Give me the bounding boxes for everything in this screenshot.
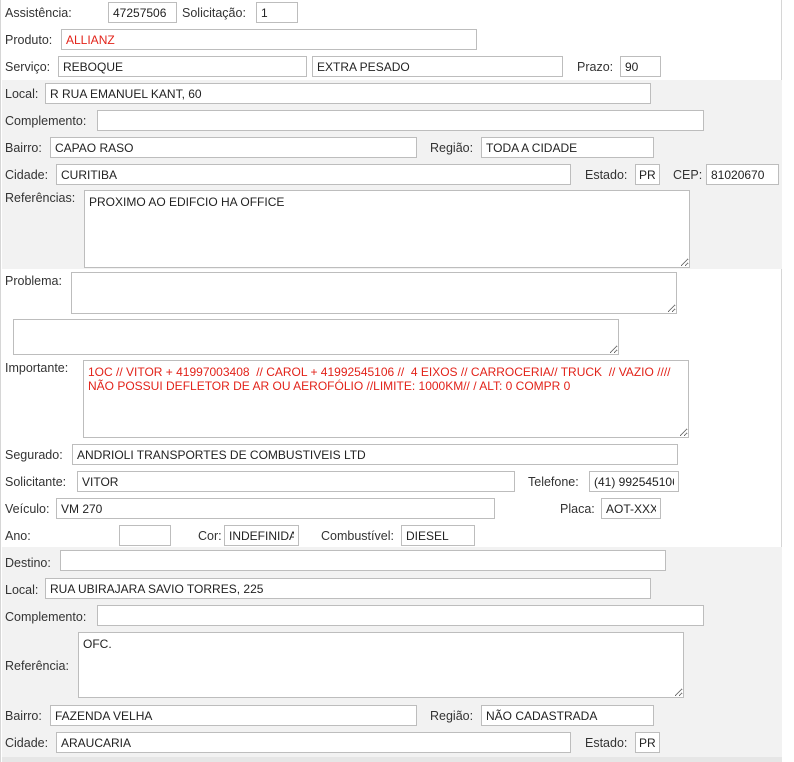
origem-bairro-label: Bairro: [5,141,42,155]
origem-local-label: Local: [5,87,39,101]
destino-regiao-input[interactable] [481,705,654,726]
importante-textarea[interactable]: 1OC // VITOR + 41997003408 // CAROL + 41… [83,360,689,438]
segurado-input[interactable] [72,444,678,465]
solicitacao-label: Solicitação: [182,6,246,20]
destino-cidade-input[interactable] [56,732,571,753]
destino-referencia-label: Referência: [5,659,69,673]
ano-label: Ano: [5,529,31,543]
placa-input[interactable] [601,498,661,519]
destino-bairro-input[interactable] [50,705,417,726]
destino-estado-input[interactable] [635,732,660,753]
produto-label: Produto: [5,33,53,47]
destino-bairro-label: Bairro: [5,709,42,723]
placa-label: Placa: [560,502,595,516]
destino-cidade-label: Cidade: [5,736,49,750]
telefone-label: Telefone: [528,475,579,489]
destino-regiao-label: Região: [430,709,474,723]
ano-input[interactable] [119,525,171,546]
destino-estado-label: Estado: [585,736,628,750]
origem-complemento-label: Complemento: [5,114,87,128]
prazo-label: Prazo: [577,60,614,74]
origem-cep-input[interactable] [706,164,779,185]
destino-label: Destino: [5,556,51,570]
combustivel-label: Combustível: [321,529,394,543]
prazo-input[interactable] [620,56,661,77]
origem-referencias-label: Referências: [5,191,76,205]
veiculo-input[interactable] [56,498,495,519]
destino-complemento-input[interactable] [97,605,704,626]
problema-textarea[interactable] [71,272,677,314]
origem-referencias-textarea[interactable]: PROXIMO AO EDIFCIO HA OFFICE [84,190,690,268]
destino-input[interactable] [60,550,666,571]
veiculo-label: Veículo: [5,502,50,516]
destino-local-input[interactable] [45,578,651,599]
origem-cep-label: CEP: [673,168,703,182]
assistencia-input[interactable] [108,2,177,23]
destino-referencia-textarea[interactable]: OFC. [78,632,684,698]
cor-label: Cor: [198,529,222,543]
origem-regiao-input[interactable] [481,137,654,158]
destino-local-label: Local: [5,583,39,597]
servico-tipo-input[interactable] [312,56,563,77]
cor-input[interactable] [224,525,299,546]
origem-complemento-input[interactable] [97,110,704,131]
origem-local-input[interactable] [45,83,651,104]
solicitacao-input[interactable] [256,2,298,23]
telefone-input[interactable] [589,471,679,492]
assistencia-label: Assistência: [5,6,72,20]
combustivel-input[interactable] [401,525,475,546]
origem-cidade-label: Cidade: [5,168,49,182]
segurado-label: Segurado: [5,448,63,462]
destino-complemento-label: Complemento: [5,610,87,624]
origem-estado-input[interactable] [635,164,660,185]
problema-label: Problema: [5,274,62,288]
produto-input[interactable] [61,29,477,50]
service-form: Assistência: Solicitação: Produto: Servi… [0,0,782,762]
origem-regiao-label: Região: [430,141,474,155]
importante-label: Importante: [5,361,69,375]
origem-cidade-input[interactable] [56,164,571,185]
servico-label: Serviço: [5,60,51,74]
solicitante-input[interactable] [77,471,515,492]
bottom-divider [2,757,782,762]
origem-bairro-input[interactable] [50,137,417,158]
solicitante-label: Solicitante: [5,475,67,489]
problema-detalhe-textarea[interactable] [13,319,619,355]
origem-estado-label: Estado: [585,168,628,182]
servico-input[interactable] [58,56,307,77]
